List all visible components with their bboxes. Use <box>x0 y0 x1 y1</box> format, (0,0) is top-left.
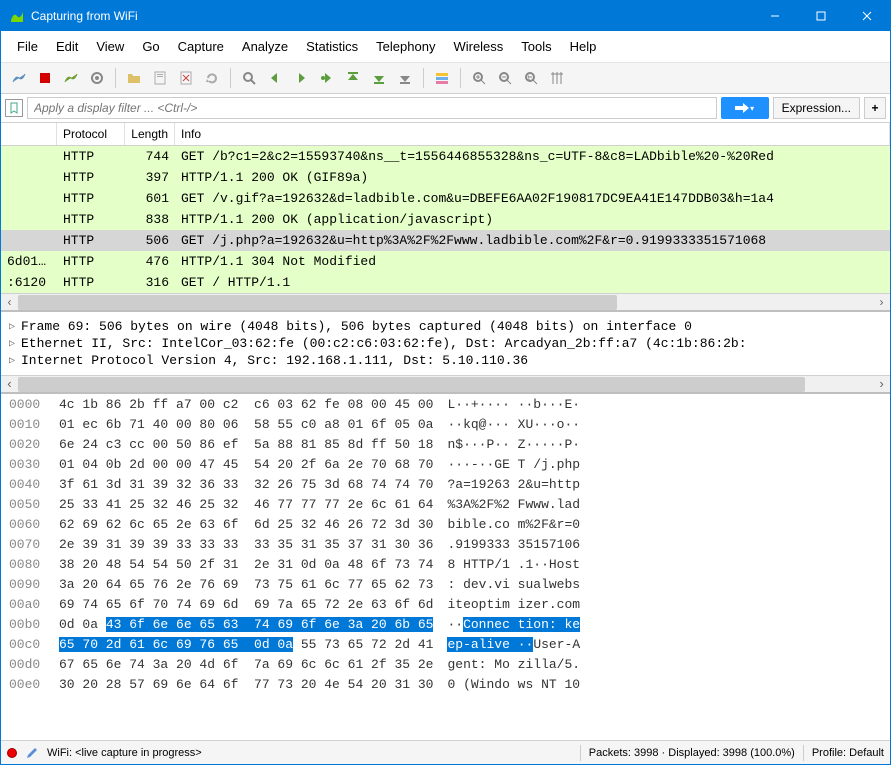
capture-options-button[interactable] <box>85 66 109 90</box>
column-spacer[interactable] <box>1 123 57 145</box>
filter-bar: ▾ Expression... + <box>1 94 890 123</box>
resize-columns-button[interactable] <box>545 66 569 90</box>
go-back-button[interactable] <box>263 66 287 90</box>
menu-tools[interactable]: Tools <box>513 35 559 58</box>
detail-row: ▷Ethernet II, Src: IntelCor_03:62:fe (00… <box>9 335 882 352</box>
restart-capture-button[interactable] <box>59 66 83 90</box>
packet-row[interactable]: HTTP397HTTP/1.1 200 OK (GIF89a) <box>1 167 890 188</box>
menubar: File Edit View Go Capture Analyze Statis… <box>1 31 890 63</box>
start-capture-button[interactable] <box>7 66 31 90</box>
packet-row[interactable]: HTTP601GET /v.gif?a=192632&d=ladbible.co… <box>1 188 890 209</box>
packet-row[interactable]: :6120HTTP316GET / HTTP/1.1 <box>1 272 890 293</box>
menu-analyze[interactable]: Analyze <box>234 35 296 58</box>
hex-row[interactable]: 00004c 1b 86 2b ff a7 00 c2 c6 03 62 fe … <box>1 394 890 414</box>
column-length[interactable]: Length <box>125 123 175 145</box>
hex-row[interactable]: 001001 ec 6b 71 40 00 80 06 58 55 c0 a8 … <box>1 414 890 434</box>
menu-wireless[interactable]: Wireless <box>445 35 511 58</box>
capture-active-icon <box>7 748 17 758</box>
menu-telephony[interactable]: Telephony <box>368 35 443 58</box>
hex-row[interactable]: 00d067 65 6e 74 3a 20 4d 6f 7a 69 6c 6c … <box>1 654 890 674</box>
save-file-button[interactable] <box>148 66 172 90</box>
toolbar: 1 <box>1 63 890 94</box>
stop-capture-button[interactable] <box>33 66 57 90</box>
status-text-profile[interactable]: Profile: Default <box>812 747 884 759</box>
scroll-right-icon[interactable]: › <box>873 376 890 393</box>
display-filter-input[interactable] <box>27 97 717 119</box>
hex-row[interactable]: 006062 69 62 6c 65 2e 63 6f 6d 25 32 46 … <box>1 514 890 534</box>
hex-row[interactable]: 00403f 61 3d 31 39 32 36 33 32 26 75 3d … <box>1 474 890 494</box>
open-file-button[interactable] <box>122 66 146 90</box>
add-filter-button[interactable]: + <box>864 97 886 119</box>
close-button[interactable] <box>844 1 890 31</box>
menu-view[interactable]: View <box>88 35 132 58</box>
packet-row[interactable]: HTTP744GET /b?c1=2&c2=15593740&ns__t=155… <box>1 146 890 167</box>
packet-row[interactable]: HTTP838HTTP/1.1 200 OK (application/java… <box>1 209 890 230</box>
auto-scroll-button[interactable] <box>393 66 417 90</box>
zoom-in-button[interactable] <box>467 66 491 90</box>
statusbar: WiFi: <live capture in progress> Packets… <box>1 740 890 764</box>
scroll-right-icon[interactable]: › <box>873 294 890 311</box>
go-to-packet-button[interactable] <box>315 66 339 90</box>
menu-statistics[interactable]: Statistics <box>298 35 366 58</box>
reload-button[interactable] <box>200 66 224 90</box>
packet-details-pane[interactable]: ▷Frame 69: 506 bytes on wire (4048 bits)… <box>1 312 890 394</box>
menu-help[interactable]: Help <box>562 35 605 58</box>
zoom-reset-button[interactable]: 1 <box>519 66 543 90</box>
hex-row[interactable]: 00206e 24 c3 cc 00 50 86 ef 5a 88 81 85 … <box>1 434 890 454</box>
hex-row[interactable]: 00702e 39 31 39 39 33 33 33 33 35 31 35 … <box>1 534 890 554</box>
minimize-button[interactable] <box>752 1 798 31</box>
hex-row[interactable]: 003001 04 0b 2d 00 00 47 45 54 20 2f 6a … <box>1 454 890 474</box>
window-title: Capturing from WiFi <box>31 9 752 23</box>
hex-row[interactable]: 00a069 74 65 6f 70 74 69 6d 69 7a 65 72 … <box>1 594 890 614</box>
hex-row[interactable]: 00b00d 0a 43 6f 6e 6e 65 63 74 69 6f 6e … <box>1 614 890 634</box>
packet-list-pane: Protocol Length Info HTTP744GET /b?c1=2&… <box>1 123 890 312</box>
toolbar-separator <box>230 68 231 88</box>
colorize-button[interactable] <box>430 66 454 90</box>
zoom-out-button[interactable] <box>493 66 517 90</box>
expression-button[interactable]: Expression... <box>773 97 860 119</box>
pencil-icon[interactable] <box>25 746 39 760</box>
expand-icon[interactable]: ▷ <box>9 321 21 333</box>
packet-row[interactable]: HTTP506GET /j.php?a=192632&u=http%3A%2F%… <box>1 230 890 251</box>
hex-row[interactable]: 00903a 20 64 65 76 2e 76 69 73 75 61 6c … <box>1 574 890 594</box>
go-forward-button[interactable] <box>289 66 313 90</box>
packet-hscrollbar[interactable]: ‹ › <box>1 293 890 310</box>
packet-bytes-pane[interactable]: 00004c 1b 86 2b ff a7 00 c2 c6 03 62 fe … <box>1 394 890 740</box>
menu-go[interactable]: Go <box>134 35 167 58</box>
go-last-button[interactable] <box>367 66 391 90</box>
expand-icon[interactable]: ▷ <box>9 338 21 350</box>
hex-row[interactable]: 005025 33 41 25 32 46 25 32 46 77 77 77 … <box>1 494 890 514</box>
menu-edit[interactable]: Edit <box>48 35 86 58</box>
status-text-left: WiFi: <live capture in progress> <box>47 747 202 759</box>
hex-row[interactable]: 00e030 20 28 57 69 6e 64 6f 77 73 20 4e … <box>1 674 890 694</box>
toolbar-separator <box>423 68 424 88</box>
details-hscrollbar[interactable]: ‹ › <box>1 375 890 392</box>
scroll-left-icon[interactable]: ‹ <box>1 376 18 393</box>
column-protocol[interactable]: Protocol <box>57 123 125 145</box>
maximize-button[interactable] <box>798 1 844 31</box>
detail-row: ▷Internet Protocol Version 4, Src: 192.1… <box>9 352 882 369</box>
column-info[interactable]: Info <box>175 123 890 145</box>
titlebar: Capturing from WiFi <box>1 1 890 31</box>
toolbar-separator <box>460 68 461 88</box>
go-first-button[interactable] <box>341 66 365 90</box>
filter-bookmark-button[interactable] <box>5 99 23 117</box>
packet-list-body[interactable]: HTTP744GET /b?c1=2&c2=15593740&ns__t=155… <box>1 146 890 293</box>
scroll-left-icon[interactable]: ‹ <box>1 294 18 311</box>
status-text-packets: Packets: 3998 · Displayed: 3998 (100.0%) <box>589 747 795 759</box>
packet-row[interactable]: 6d01…HTTP476HTTP/1.1 304 Not Modified <box>1 251 890 272</box>
close-file-button[interactable] <box>174 66 198 90</box>
menu-file[interactable]: File <box>9 35 46 58</box>
wireshark-logo-icon <box>9 8 25 24</box>
find-packet-button[interactable] <box>237 66 261 90</box>
menu-capture[interactable]: Capture <box>170 35 232 58</box>
hex-row[interactable]: 008038 20 48 54 54 50 2f 31 2e 31 0d 0a … <box>1 554 890 574</box>
apply-filter-button[interactable]: ▾ <box>721 97 769 119</box>
expand-icon[interactable]: ▷ <box>9 355 21 367</box>
toolbar-separator <box>115 68 116 88</box>
detail-row: ▷Frame 69: 506 bytes on wire (4048 bits)… <box>9 318 882 335</box>
hex-row[interactable]: 00c065 70 2d 61 6c 69 76 65 0d 0a 55 73 … <box>1 634 890 654</box>
packet-list-header: Protocol Length Info <box>1 123 890 146</box>
